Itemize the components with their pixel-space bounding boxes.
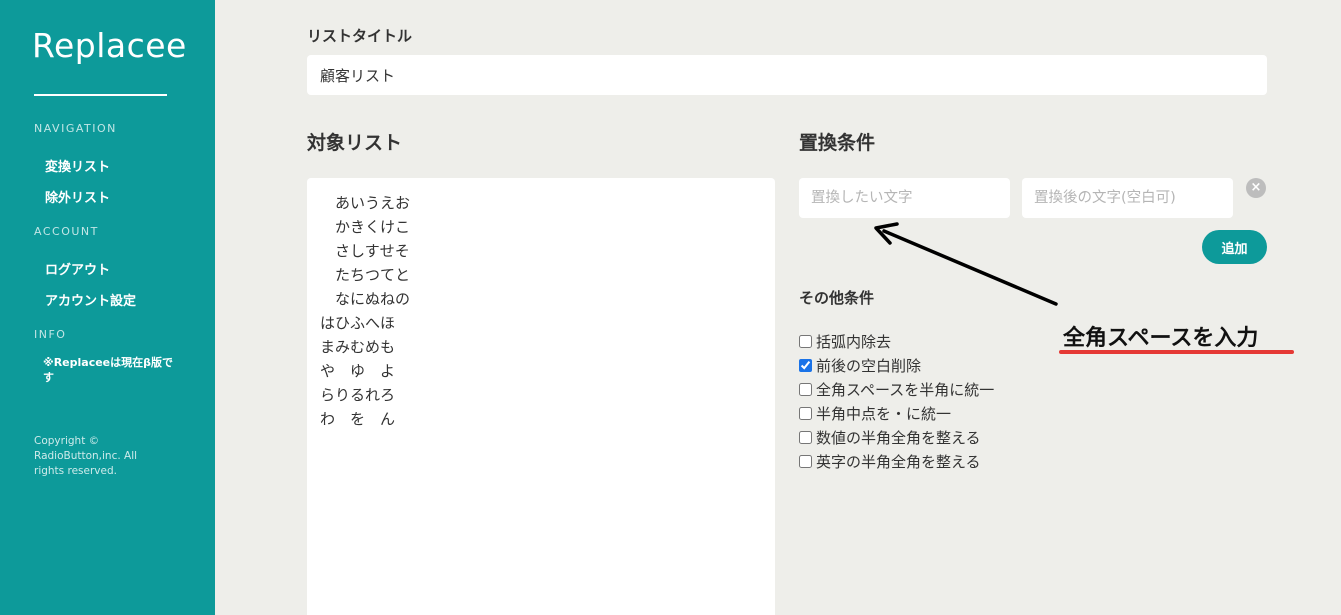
- copyright-text: Copyright © RadioButton,inc. All rights …: [34, 435, 138, 477]
- annotation-text: 全角スペースを入力: [1063, 326, 1259, 351]
- list-title-label: リストタイトル: [307, 27, 413, 45]
- target-list-line: はひふへほ: [320, 314, 396, 332]
- option-label: 全角スペースを半角に統一: [816, 380, 995, 399]
- option-checkbox[interactable]: [799, 454, 812, 468]
- option-checkbox[interactable]: [799, 358, 812, 372]
- option-normalize-numbers[interactable]: 数値の半角全角を整える: [799, 427, 981, 447]
- option-checkbox[interactable]: [799, 334, 812, 348]
- option-label: 数値の半角全角を整える: [816, 428, 981, 447]
- replace-from-input[interactable]: [799, 178, 1010, 218]
- option-label: 半角中点を・に統一: [816, 404, 952, 423]
- sidebar-item-exclusion-list[interactable]: 除外リスト: [45, 187, 110, 206]
- beta-notice: ※Replaceeは現在β版です: [43, 356, 174, 384]
- navigation-heading: NAVIGATION: [34, 122, 117, 135]
- replace-to-input[interactable]: [1022, 178, 1233, 218]
- info-heading: INFO: [34, 328, 67, 341]
- option-label: 括弧内除去: [816, 332, 892, 351]
- annotation-underline: [1059, 350, 1294, 354]
- logo-divider: [34, 94, 167, 96]
- option-checkbox[interactable]: [799, 430, 812, 444]
- option-trim-whitespace[interactable]: 前後の空白削除: [799, 355, 921, 375]
- option-label: 英字の半角全角を整える: [816, 452, 981, 471]
- add-condition-button[interactable]: 追加: [1202, 230, 1267, 264]
- list-title-input[interactable]: [307, 55, 1267, 95]
- option-remove-parentheses[interactable]: 括弧内除去: [799, 331, 891, 351]
- option-unify-middle-dot[interactable]: 半角中点を・に統一: [799, 403, 951, 423]
- remove-condition-icon[interactable]: ×: [1246, 178, 1266, 198]
- account-heading: ACCOUNT: [34, 225, 99, 238]
- option-unify-spaces[interactable]: 全角スペースを半角に統一: [799, 379, 994, 399]
- option-checkbox[interactable]: [799, 406, 812, 420]
- sidebar-item-conversion-list[interactable]: 変換リスト: [45, 156, 110, 175]
- target-list-label: 対象リスト: [307, 132, 403, 154]
- target-list-textarea[interactable]: あいうえお かきくけこ さしすせそ たちつてと なにぬねのはひふへほまみむめもや…: [307, 178, 775, 615]
- target-list-line: かきくけこ: [320, 218, 411, 236]
- other-conditions-label: その他条件: [799, 289, 875, 307]
- target-list-line: らりるれろ: [320, 386, 396, 404]
- app-logo[interactable]: Replacee: [32, 26, 187, 65]
- target-list-line: さしすせそ: [320, 242, 410, 260]
- target-list-line: わ を ん: [320, 410, 396, 428]
- target-list-line: あいうえお: [320, 194, 411, 212]
- sidebar: Replacee NAVIGATION 変換リスト 除外リスト ACCOUNT …: [0, 0, 215, 615]
- target-list-line: まみむめも: [320, 338, 396, 356]
- target-list-line: たちつてと: [320, 266, 411, 284]
- option-label: 前後の空白削除: [816, 356, 922, 375]
- target-list-line: なにぬねの: [320, 290, 411, 308]
- sidebar-item-logout[interactable]: ログアウト: [45, 259, 110, 278]
- replace-conditions-label: 置換条件: [799, 132, 876, 154]
- option-normalize-letters[interactable]: 英字の半角全角を整える: [799, 451, 981, 471]
- option-checkbox[interactable]: [799, 382, 812, 396]
- target-list-line: や ゆ よ: [320, 362, 396, 380]
- sidebar-item-account-settings[interactable]: アカウント設定: [45, 290, 136, 309]
